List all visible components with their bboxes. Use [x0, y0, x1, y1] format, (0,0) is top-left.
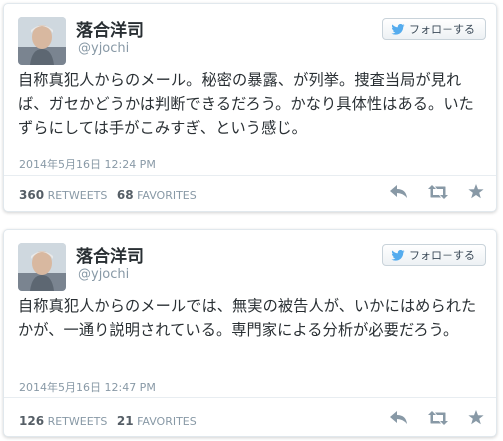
- tweet-timestamp[interactable]: 2014年5月16日 12:47 PM: [19, 379, 156, 395]
- user-name[interactable]: 落合洋司: [76, 16, 144, 41]
- follow-button[interactable]: フォロ－する: [382, 18, 486, 40]
- retweet-count[interactable]: 360: [19, 188, 44, 202]
- favorite-label: FAVORITES: [137, 415, 197, 428]
- retweet-icon[interactable]: [428, 184, 448, 203]
- divider: [4, 175, 496, 176]
- star-icon[interactable]: [468, 410, 484, 429]
- retweet-label: RETWEETS: [47, 189, 108, 202]
- tweet-stats: 360 RETWEETS 68 FAVORITES: [19, 188, 203, 202]
- retweet-icon[interactable]: [428, 410, 448, 429]
- divider: [4, 397, 496, 398]
- reply-arrow-icon[interactable]: [390, 184, 408, 203]
- twitter-bird-icon: [391, 23, 405, 35]
- tweet-actions: [390, 184, 484, 203]
- user-handle[interactable]: @yjochi: [78, 267, 129, 282]
- reply-arrow-icon[interactable]: [390, 410, 408, 429]
- favorite-label: FAVORITES: [137, 189, 197, 202]
- avatar[interactable]: [18, 17, 66, 65]
- tweet-text: 自称真犯人からのメールでは、無実の被告人が、いかにはめられたかが、一通り説明され…: [18, 297, 477, 339]
- tweet-card: 落合洋司 @yjochi フォロ－する 自称真犯人からのメールでは、無実の被告人…: [3, 229, 497, 437]
- follow-button[interactable]: フォロ－する: [382, 244, 486, 266]
- user-handle[interactable]: @yjochi: [78, 41, 129, 56]
- follow-button-label: フォロ－する: [409, 249, 475, 262]
- tweet-timestamp[interactable]: 2014年5月16日 12:24 PM: [19, 156, 156, 172]
- tweet-text: 自称真犯人からのメール。秘密の暴露、が列挙。捜査当局が見れば、ガセかどうかは判断…: [18, 71, 474, 137]
- retweet-count[interactable]: 126: [19, 414, 44, 428]
- avatar[interactable]: [18, 243, 66, 291]
- twitter-bird-icon: [391, 249, 405, 261]
- user-name[interactable]: 落合洋司: [76, 242, 144, 267]
- favorite-count[interactable]: 68: [117, 188, 134, 202]
- tweet-actions: [390, 410, 484, 429]
- tweet-stats: 126 RETWEETS 21 FAVORITES: [19, 414, 203, 428]
- favorite-count[interactable]: 21: [117, 414, 134, 428]
- follow-button-label: フォロ－する: [409, 23, 475, 36]
- retweet-label: RETWEETS: [47, 415, 108, 428]
- star-icon[interactable]: [468, 184, 484, 203]
- tweet-card: 落合洋司 @yjochi フォロ－する 自称真犯人からのメール。秘密の暴露、が列…: [3, 3, 497, 212]
